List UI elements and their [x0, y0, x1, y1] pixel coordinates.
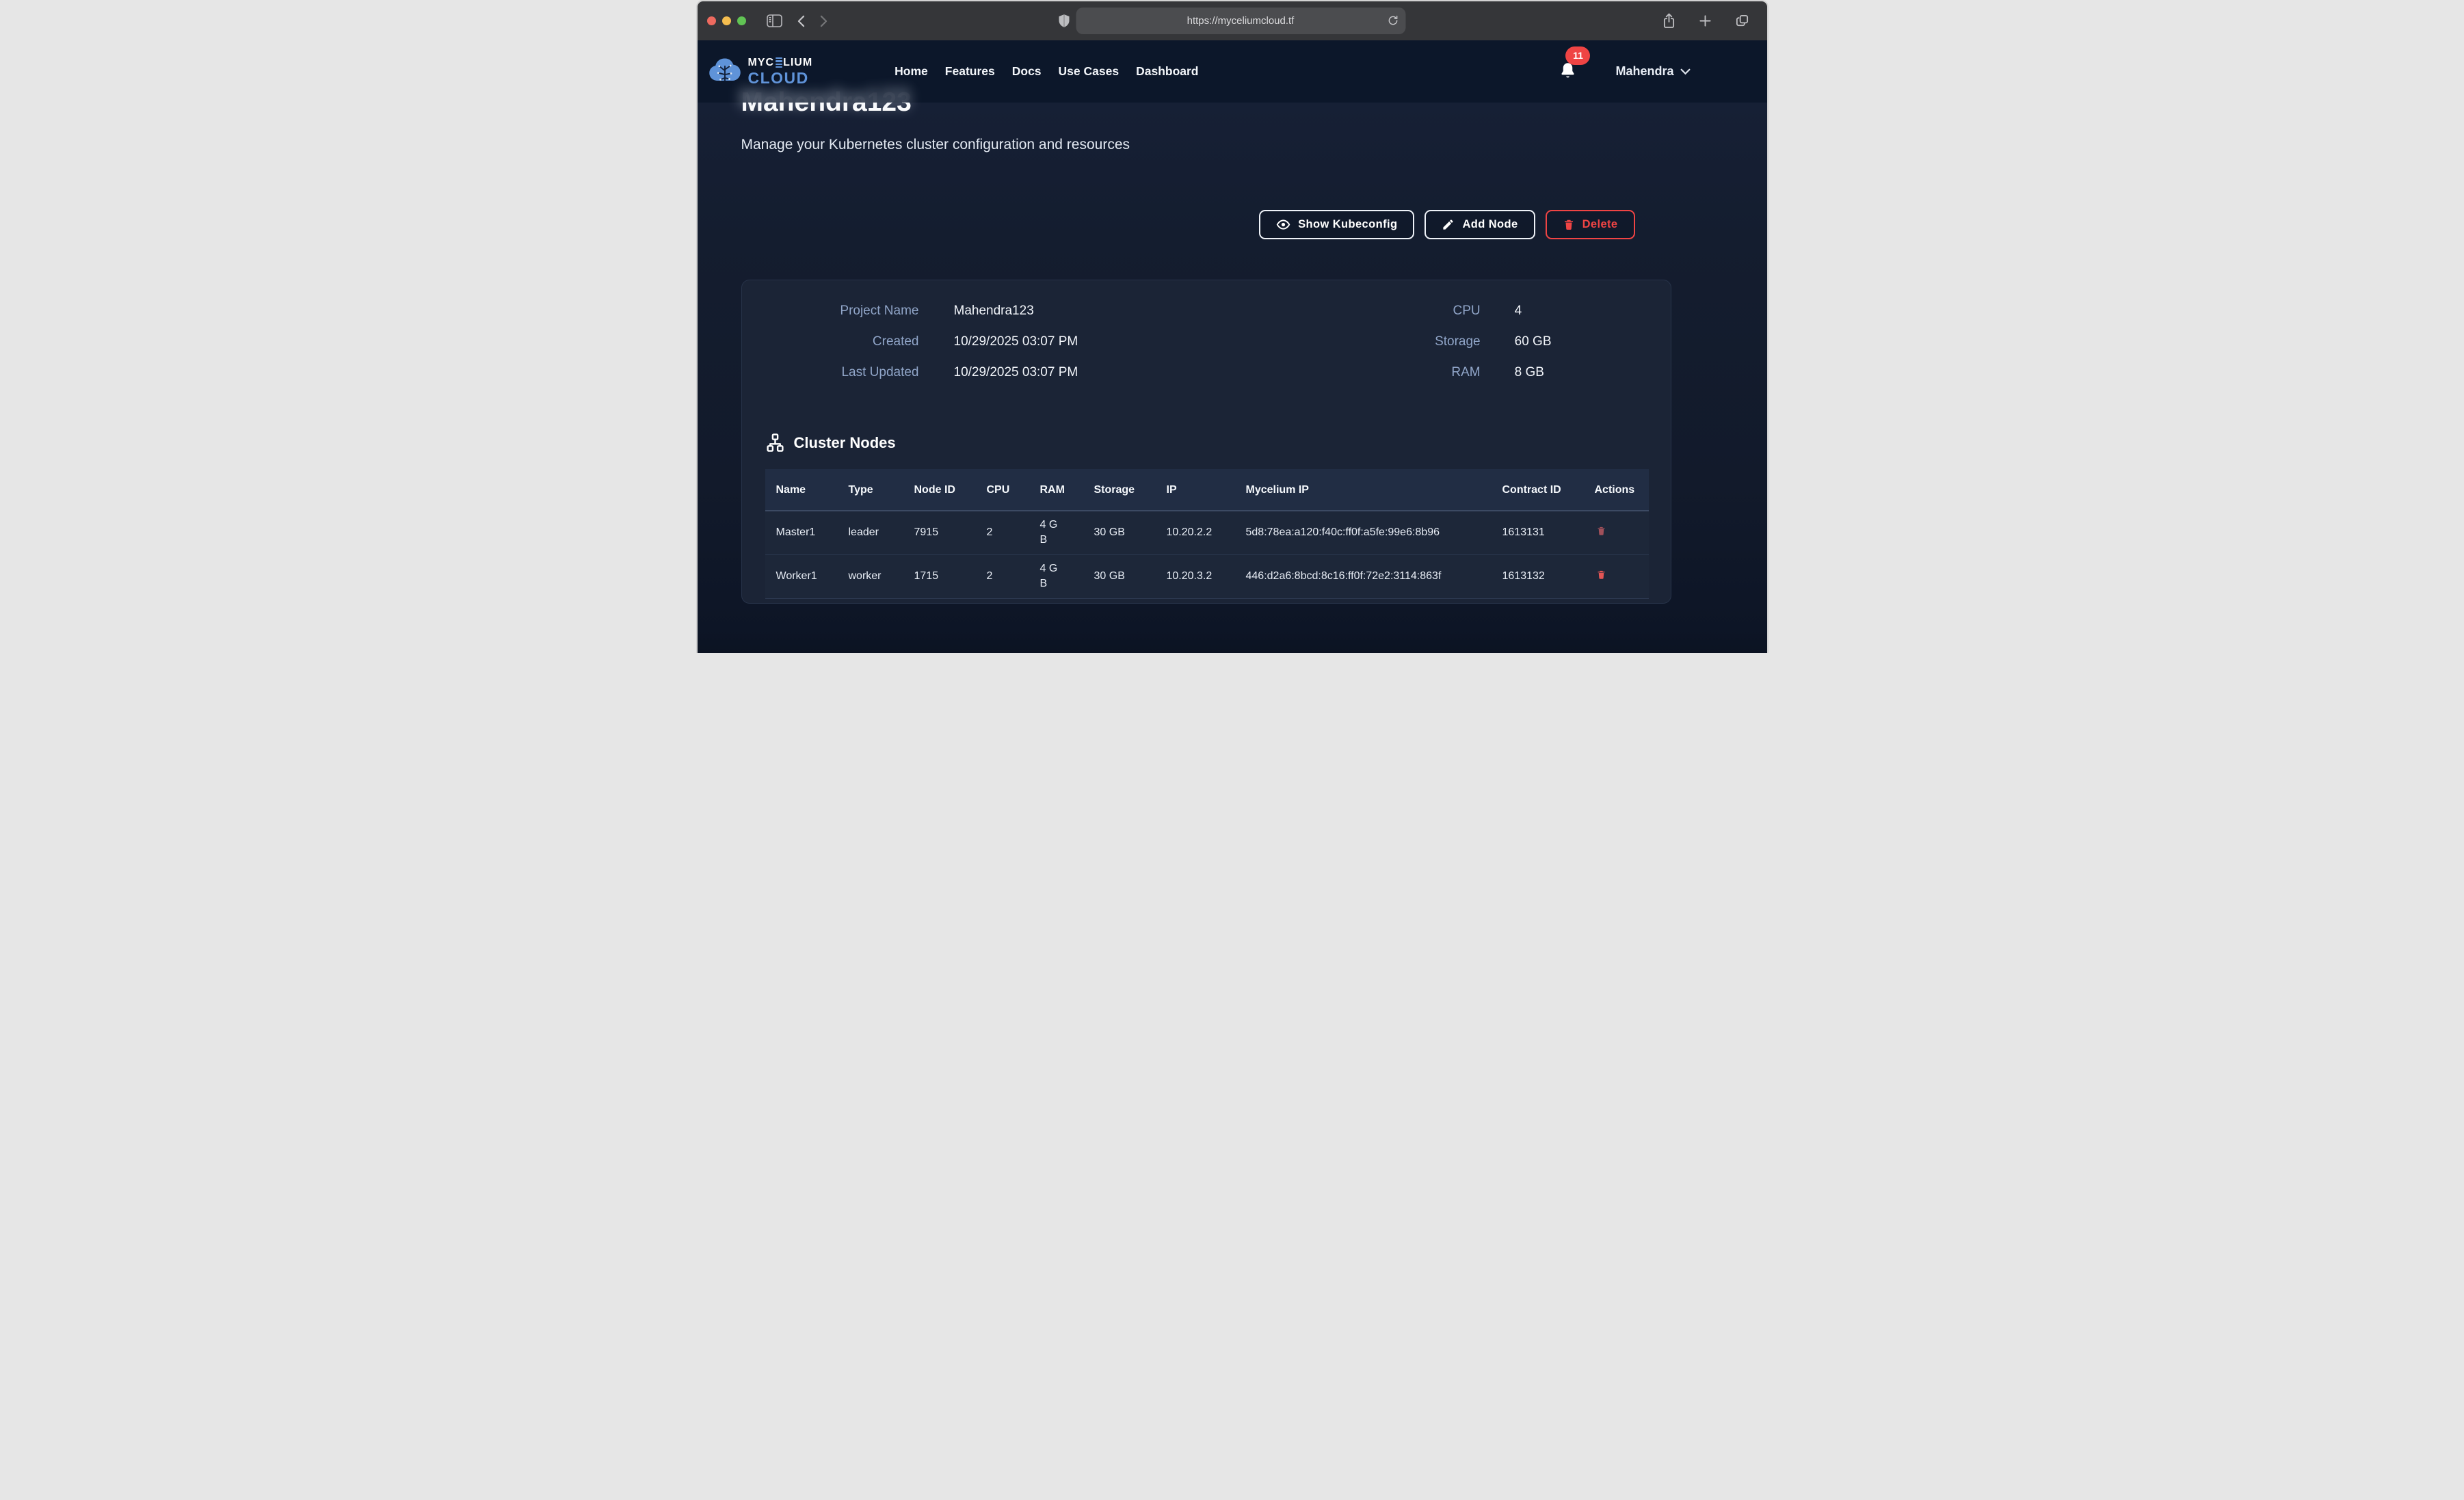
info-row-created: Created 10/29/2025 03:07 PM [765, 334, 1078, 365]
chevron-down-icon [1680, 68, 1691, 75]
share-icon[interactable] [1658, 10, 1680, 31]
delete-node-button[interactable] [1595, 524, 1608, 540]
sidebar-toggle-icon[interactable] [763, 12, 786, 30]
brand-wordmark: MYCLIUM CLOUD [748, 57, 813, 86]
notification-count-badge: 11 [1565, 46, 1590, 65]
table-row: Master1 leader 7915 2 4 GB 30 GB 10.20.2… [765, 511, 1649, 554]
cluster-details-card: Project Name Mahendra123 Created 10/29/2… [741, 280, 1671, 604]
shield-icon [1059, 14, 1069, 27]
mycelium-cloud-logo-icon [707, 56, 743, 88]
nav-link-use-cases[interactable]: Use Cases [1059, 64, 1120, 79]
col-type: Type [838, 469, 903, 511]
tab-overview-icon[interactable] [1731, 11, 1753, 31]
info-row-project-name: Project Name Mahendra123 [765, 304, 1078, 334]
brand-logo[interactable]: MYCLIUM CLOUD [707, 56, 813, 88]
info-row-ram: RAM 8 GB [1378, 365, 1552, 396]
cluster-actions: Show Kubeconfig Add Node Delete [741, 210, 1723, 239]
col-actions: Actions [1584, 469, 1649, 511]
page-body: Mahendra123 [698, 40, 1767, 653]
col-contract-id: Contract ID [1492, 469, 1584, 511]
network-icon [765, 433, 785, 453]
window-controls [707, 16, 746, 25]
col-cpu: CPU [976, 469, 1029, 511]
brand-line-mycelium: MYCLIUM [748, 57, 813, 68]
reload-icon[interactable] [1387, 14, 1399, 27]
table-row: Worker1 worker 1715 2 4 GB 30 GB 10.20.3… [765, 554, 1649, 598]
forward-icon[interactable] [816, 12, 832, 30]
delete-node-button[interactable] [1595, 567, 1608, 584]
nav-link-home[interactable]: Home [895, 64, 928, 79]
trash-icon [1596, 525, 1606, 537]
col-ram: RAM [1029, 469, 1083, 511]
nav-links: Home Features Docs Use Cases Dashboard [895, 64, 1198, 79]
cluster-nodes-table: Name Type Node ID CPU RAM Storage IP Myc… [765, 469, 1649, 599]
back-icon[interactable] [793, 12, 809, 30]
brand-line-cloud: CLOUD [748, 70, 813, 86]
url-text: https://myceliumcloud.tf [1187, 15, 1295, 27]
user-menu[interactable]: Mahendra [1615, 64, 1690, 79]
table-header-row: Name Type Node ID CPU RAM Storage IP Myc… [765, 469, 1649, 511]
add-node-button[interactable]: Add Node [1425, 210, 1535, 239]
col-name: Name [765, 469, 838, 511]
zoom-window-button[interactable] [737, 16, 746, 25]
minimize-window-button[interactable] [722, 16, 731, 25]
project-info: Project Name Mahendra123 Created 10/29/2… [765, 304, 1647, 396]
new-tab-icon[interactable] [1695, 12, 1716, 30]
show-kubeconfig-button[interactable]: Show Kubeconfig [1259, 210, 1414, 239]
delete-cluster-button[interactable]: Delete [1546, 210, 1635, 239]
col-mycelium-ip: Mycelium IP [1235, 469, 1492, 511]
main-content: Mahendra123 Manage your Kubernetes clust… [698, 85, 1767, 604]
info-row-last-updated: Last Updated 10/29/2025 03:07 PM [765, 365, 1078, 396]
col-ip: IP [1156, 469, 1235, 511]
address-bar[interactable]: https://myceliumcloud.tf [1076, 8, 1405, 34]
nav-link-features[interactable]: Features [945, 64, 995, 79]
col-storage: Storage [1083, 469, 1156, 511]
col-node-id: Node ID [903, 469, 976, 511]
nav-link-docs[interactable]: Docs [1012, 64, 1042, 79]
info-row-cpu: CPU 4 [1378, 304, 1552, 334]
user-name: Mahendra [1615, 64, 1673, 79]
eye-icon [1276, 217, 1290, 232]
browser-chrome: https://myceliumcloud.tf [698, 1, 1767, 40]
stylized-e-icon [776, 57, 782, 68]
nav-link-dashboard[interactable]: Dashboard [1136, 64, 1198, 79]
notifications-button[interactable]: 11 [1559, 61, 1577, 83]
trash-icon [1563, 218, 1575, 231]
pencil-icon [1442, 218, 1455, 231]
cluster-nodes-heading: Cluster Nodes [765, 433, 1647, 453]
info-row-storage: Storage 60 GB [1378, 334, 1552, 365]
page-subtitle: Manage your Kubernetes cluster configura… [741, 137, 1723, 153]
browser-window: https://myceliumcloud.tf [696, 0, 1768, 653]
close-window-button[interactable] [707, 16, 716, 25]
trash-icon [1596, 569, 1606, 580]
main-navbar: MYCLIUM CLOUD Home Features Docs Use Cas… [698, 40, 1767, 103]
